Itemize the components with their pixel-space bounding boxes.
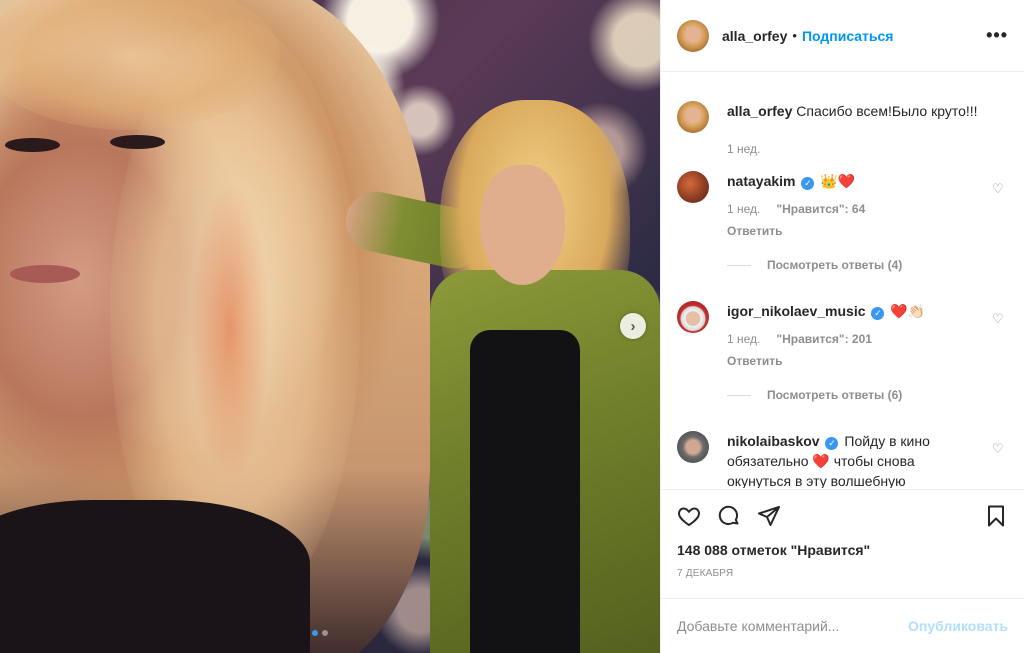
comment-meta: 1 нед. "Нравится": 201	[727, 329, 980, 349]
poster-dress	[0, 500, 310, 653]
action-icons-row	[677, 490, 1008, 542]
comments-list[interactable]: alla_orfey Спасибо всем!Было круто!!! 1 …	[661, 73, 1024, 488]
comment-avatar[interactable]	[677, 301, 709, 333]
comment-avatar[interactable]	[677, 431, 709, 463]
poster-eye-left	[5, 138, 60, 152]
post-actions: 148 088 отметок "Нравится" 7 декабря	[661, 489, 1024, 579]
share-paper-plane-icon[interactable]	[757, 504, 781, 528]
comment-item: nikolaibaskov ✓ Пойду в кино обязательно…	[677, 431, 1008, 488]
caption-avatar[interactable]	[677, 101, 709, 133]
comment-bubble-icon[interactable]	[717, 504, 741, 528]
view-replies-label: Посмотреть ответы (6)	[767, 388, 903, 402]
author-avatar[interactable]	[677, 19, 709, 52]
post-photo[interactable]: ›	[0, 0, 660, 653]
publish-button[interactable]: Опубликовать	[908, 618, 1008, 634]
comment-time[interactable]: 1 нед.	[727, 199, 760, 219]
caption-body: alla_orfey Спасибо всем!Было круто!!! 1 …	[727, 101, 1008, 159]
view-replies-label: Посмотреть ответы (4)	[767, 258, 903, 272]
likes-count[interactable]: 148 088 отметок "Нравится"	[677, 542, 1008, 558]
comment-avatar[interactable]	[677, 171, 709, 203]
comment-like-heart-icon[interactable]: ♡	[992, 441, 1006, 456]
comment-body: nikolaibaskov ✓ Пойду в кино обязательно…	[727, 431, 1008, 488]
comment-text: ❤️👏🏻	[890, 303, 926, 319]
bookmark-icon[interactable]	[984, 504, 1008, 528]
view-replies-line	[727, 394, 751, 396]
woman-shirt	[470, 330, 580, 653]
comment-username[interactable]: nikolaibaskov	[727, 433, 820, 449]
verified-badge-icon: ✓	[825, 437, 839, 450]
more-options-icon[interactable]: •••	[986, 25, 1008, 46]
comment-item: igor_nikolaev_music ✓ ❤️👏🏻 1 нед. "Нрави…	[677, 301, 1008, 405]
poster-portrait	[0, 0, 430, 653]
comment-username[interactable]: natayakim	[727, 173, 795, 189]
carousel-dot	[322, 630, 328, 636]
view-replies-button[interactable]: Посмотреть ответы (4)	[727, 255, 980, 275]
chevron-right-icon: ›	[630, 317, 636, 335]
post-date[interactable]: 7 декабря	[677, 568, 1008, 579]
verified-badge-icon: ✓	[801, 177, 815, 190]
instagram-post-modal: › alla_orfey • Подписаться ••• alla_orfe…	[0, 0, 1024, 653]
poster-hair-red-streak	[190, 180, 270, 480]
carousel-dot-active	[312, 630, 318, 636]
caption-text: Спасибо всем!Было круто!!!	[796, 103, 978, 119]
post-header: alla_orfey • Подписаться •••	[661, 0, 1024, 72]
poster-lips	[10, 265, 80, 283]
comment-likes[interactable]: "Нравится": 64	[776, 199, 865, 219]
follow-button[interactable]: Подписаться	[802, 28, 894, 44]
caption: alla_orfey Спасибо всем!Было круто!!! 1 …	[677, 101, 1008, 159]
comment-username[interactable]: igor_nikolaev_music	[727, 303, 866, 319]
header-separator: •	[792, 28, 797, 43]
comment-body: natayakim ✓ 👑❤️ 1 нед. "Нравится": 64 От…	[727, 171, 1008, 275]
author-username[interactable]: alla_orfey	[722, 28, 787, 44]
poster-eye-right	[110, 135, 165, 149]
like-heart-icon[interactable]	[677, 504, 701, 528]
reply-button[interactable]: Ответить	[727, 351, 980, 371]
post-side-panel: alla_orfey • Подписаться ••• alla_orfey …	[660, 0, 1024, 653]
caption-meta: 1 нед.	[727, 139, 1008, 159]
add-comment-bar: Опубликовать	[661, 598, 1024, 653]
comment-item: natayakim ✓ 👑❤️ 1 нед. "Нравится": 64 От…	[677, 171, 1008, 275]
comment-input[interactable]	[677, 618, 909, 634]
comment-body: igor_nikolaev_music ✓ ❤️👏🏻 1 нед. "Нрави…	[727, 301, 1008, 405]
comment-like-heart-icon[interactable]: ♡	[992, 181, 1006, 196]
view-replies-button[interactable]: Посмотреть ответы (6)	[727, 385, 980, 405]
comment-time[interactable]: 1 нед.	[727, 329, 760, 349]
woman-face	[480, 165, 565, 285]
carousel-dots	[312, 630, 328, 636]
comment-likes[interactable]: "Нравится": 201	[776, 329, 872, 349]
carousel-next-button[interactable]: ›	[620, 313, 646, 339]
comment-text: 👑❤️	[820, 173, 856, 189]
caption-username[interactable]: alla_orfey	[727, 103, 792, 119]
comment-like-heart-icon[interactable]: ♡	[992, 311, 1006, 326]
verified-badge-icon: ✓	[871, 307, 885, 320]
caption-time[interactable]: 1 нед.	[727, 139, 760, 159]
view-replies-line	[727, 264, 751, 266]
comment-meta: 1 нед. "Нравится": 64	[727, 199, 980, 219]
reply-button[interactable]: Ответить	[727, 221, 980, 241]
